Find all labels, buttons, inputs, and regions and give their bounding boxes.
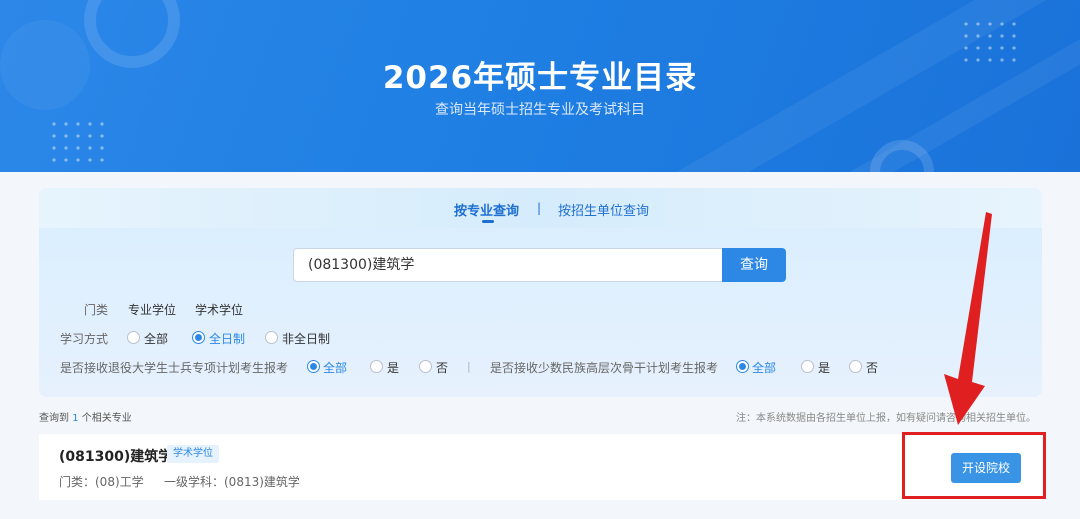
annotation-arrow-icon bbox=[944, 212, 992, 425]
